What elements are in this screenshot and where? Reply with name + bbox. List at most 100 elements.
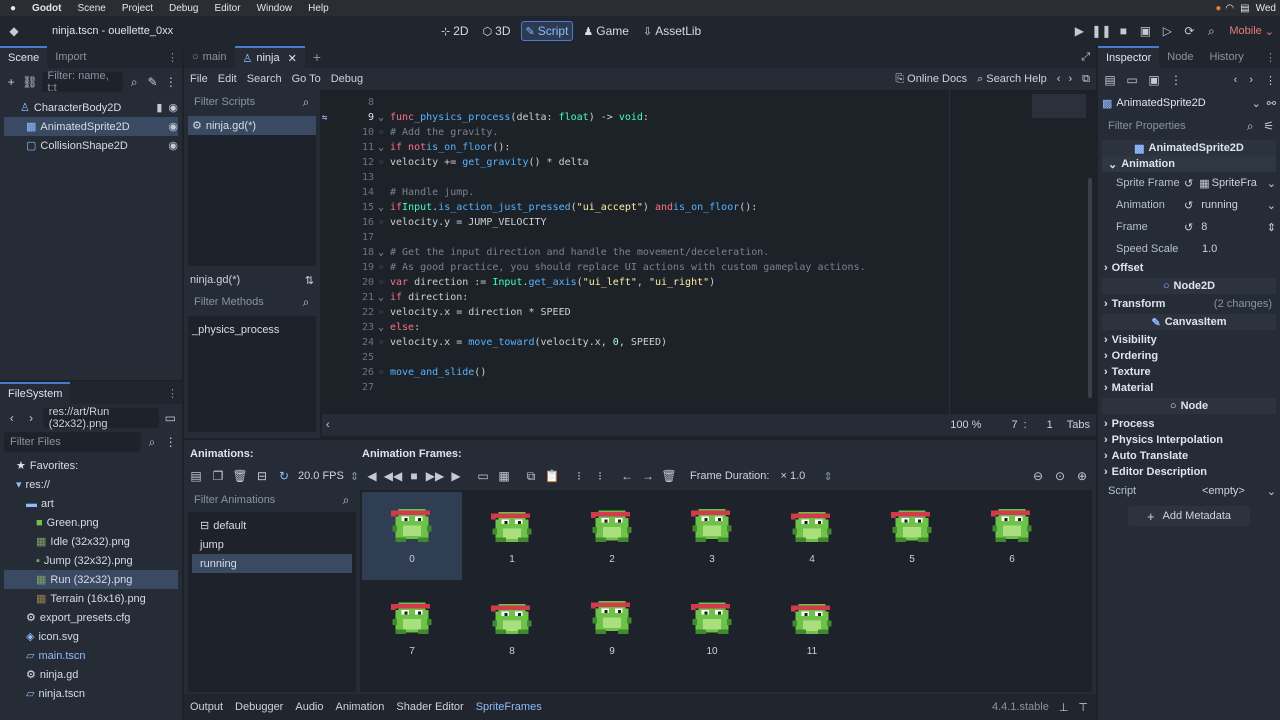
close-icon[interactable]: ✕ bbox=[288, 52, 297, 65]
script-icon[interactable]: ▮ bbox=[156, 101, 162, 114]
stop-icon[interactable]: ■ bbox=[1115, 23, 1131, 39]
revert-icon[interactable]: ↺ bbox=[1184, 177, 1193, 190]
section-editor-description[interactable]: › Editor Description bbox=[1098, 464, 1280, 480]
menu-goto[interactable]: Go To bbox=[292, 73, 321, 85]
section-physics-interpolation[interactable]: › Physics Interpolation bbox=[1098, 432, 1280, 448]
history-back-icon[interactable]: ‹ bbox=[1057, 73, 1061, 85]
menu-debug[interactable]: Debug bbox=[331, 73, 363, 85]
file-item-art[interactable]: ▬ art bbox=[4, 494, 178, 513]
bottom-tab-spriteframes[interactable]: SpriteFrames bbox=[476, 701, 542, 713]
load-resource-icon[interactable]: ▭ bbox=[1124, 72, 1140, 88]
mac-menu-godot[interactable]: Godot bbox=[32, 3, 61, 14]
search-icon[interactable]: ⌕ bbox=[145, 434, 160, 450]
mac-menu-debug[interactable]: Debug bbox=[169, 3, 198, 14]
rename-animation-icon[interactable]: ⊟ bbox=[254, 468, 270, 484]
back-icon[interactable]: ‹ bbox=[4, 410, 19, 426]
fold-arrow-icon[interactable]: ⌄ bbox=[374, 247, 388, 258]
add-node-icon[interactable]: + bbox=[4, 74, 18, 90]
frame-thumbnail[interactable]: 4 bbox=[762, 492, 862, 580]
sprite-frames-value[interactable]: SpriteFra bbox=[1212, 177, 1257, 189]
search-icon[interactable]: ⌕ bbox=[338, 492, 354, 508]
mac-menu-window[interactable]: Window bbox=[257, 3, 293, 14]
file-item-green-png[interactable]: ■ Green.png bbox=[4, 513, 178, 532]
workspace-script[interactable]: ✎ Script bbox=[520, 21, 574, 41]
mac-menu-project[interactable]: Project bbox=[122, 3, 153, 14]
filter-animations-input[interactable]: Filter Animations bbox=[188, 490, 338, 510]
chevron-down-icon[interactable]: ⌄ bbox=[1267, 177, 1276, 190]
tab-history[interactable]: History bbox=[1202, 46, 1252, 68]
play-from-start-icon[interactable]: ▶ bbox=[448, 468, 464, 484]
scene-tab-main[interactable]: ○ main bbox=[184, 46, 235, 68]
tab-filesystem[interactable]: FileSystem bbox=[0, 382, 71, 404]
more-icon[interactable]: ⋮ bbox=[164, 74, 178, 90]
tab-import[interactable]: Import bbox=[47, 46, 94, 68]
scene-node-animatedsprite2d[interactable]: ▩ AnimatedSprite2D ◉ bbox=[4, 117, 178, 136]
workspace-2d[interactable]: ⊹ 2D bbox=[437, 21, 473, 41]
filesystem-path-field[interactable]: res://art/Run (32x32).png bbox=[42, 406, 159, 430]
bottom-tab-output[interactable]: Output bbox=[190, 701, 223, 713]
pause-icon[interactable]: ❚❚ bbox=[1091, 23, 1111, 39]
fold-arrow-icon[interactable]: ⌄ bbox=[374, 292, 388, 303]
renderer-select[interactable]: Mobile bbox=[1229, 25, 1261, 37]
menu-search[interactable]: Search bbox=[247, 73, 282, 85]
fold-arrow-icon[interactable]: ⌄ bbox=[374, 112, 388, 123]
signal-connection-icon[interactable]: ⇆ bbox=[322, 113, 340, 123]
menu-edit[interactable]: Edit bbox=[218, 73, 237, 85]
tab-node[interactable]: Node bbox=[1159, 46, 1201, 68]
frame-value[interactable]: 8 bbox=[1201, 221, 1207, 233]
play-backwards-from-end-icon[interactable]: ◀ bbox=[364, 468, 380, 484]
frame-duration-field[interactable]: × 1.0 bbox=[780, 470, 818, 482]
chevron-down-icon[interactable]: ⌄ bbox=[1267, 199, 1276, 212]
section-process[interactable]: › Process bbox=[1098, 416, 1280, 432]
open-script-ninja[interactable]: ⚙ ninja.gd(*) bbox=[188, 116, 316, 135]
float-window-icon[interactable]: ⧉ bbox=[1082, 73, 1090, 86]
fps-stepper-icon[interactable]: ⇕ bbox=[350, 470, 359, 483]
duplicate-animation-icon[interactable]: ❐ bbox=[210, 468, 226, 484]
pin-icon[interactable]: ⊥ bbox=[1059, 701, 1069, 714]
search-icon[interactable]: ⌕ bbox=[127, 74, 141, 90]
frame-thumbnail[interactable]: 7 bbox=[362, 584, 462, 672]
copy-frame-icon[interactable]: ⧉ bbox=[523, 468, 539, 484]
movie-maker-icon[interactable]: ⌕ bbox=[1203, 23, 1219, 39]
link-icon[interactable]: ⛓ bbox=[22, 74, 37, 90]
bottom-tab-debugger[interactable]: Debugger bbox=[235, 701, 283, 713]
section-animation[interactable]: ⌄ Animation bbox=[1102, 156, 1276, 172]
clock[interactable]: Wed bbox=[1256, 3, 1276, 14]
frame-thumbnail[interactable]: 10 bbox=[662, 584, 762, 672]
history-back-icon[interactable]: ‹ bbox=[1234, 74, 1238, 86]
section-auto-translate[interactable]: › Auto Translate bbox=[1098, 448, 1280, 464]
dock-menu-icon[interactable]: ⋮ bbox=[167, 51, 178, 64]
filter-scripts-input[interactable]: Filter Scripts bbox=[188, 92, 298, 112]
more-icon[interactable]: ⋮ bbox=[1168, 72, 1184, 88]
script-value[interactable]: <empty> bbox=[1202, 485, 1245, 497]
chevron-down-icon[interactable]: ⌄ bbox=[1252, 97, 1261, 110]
file-item-favorites[interactable]: ★ Favorites: bbox=[4, 456, 178, 475]
scene-node-characterbody2d[interactable]: ♙ CharacterBody2D ▮ ◉ bbox=[4, 98, 178, 117]
distraction-free-icon[interactable]: ⤢ bbox=[1081, 51, 1090, 64]
frame-thumbnail[interactable]: 2 bbox=[562, 492, 662, 580]
visibility-eye-icon[interactable]: ◉ bbox=[168, 120, 178, 133]
file-item-ninja-tscn[interactable]: ▱ ninja.tscn bbox=[4, 684, 178, 703]
revert-icon[interactable]: ↺ bbox=[1184, 221, 1193, 234]
mac-menu-help[interactable]: Help bbox=[308, 3, 329, 14]
file-item-res[interactable]: ▾ res:// bbox=[4, 475, 178, 494]
apple-icon[interactable]: ● bbox=[10, 3, 16, 14]
sort-icon[interactable]: ⇅ bbox=[305, 274, 314, 287]
file-item-icon-svg[interactable]: ◈ icon.svg bbox=[4, 627, 178, 646]
new-resource-icon[interactable]: ▤ bbox=[1102, 72, 1118, 88]
scene-node-collisionshape2d[interactable]: ▢ CollisionShape2D ◉ bbox=[4, 136, 178, 155]
play-backwards-icon[interactable]: ◀◀ bbox=[384, 468, 402, 484]
menu-file[interactable]: File bbox=[190, 73, 208, 85]
dock-menu-icon[interactable]: ⋮ bbox=[1265, 51, 1276, 64]
section-offset[interactable]: › Offset bbox=[1098, 260, 1280, 276]
fps-field[interactable]: 20.0 FPS bbox=[298, 470, 344, 482]
workspace-game[interactable]: ♟ Game bbox=[579, 21, 633, 41]
file-item-terrain-png[interactable]: ▦ Terrain (16x16).png bbox=[4, 589, 178, 608]
insert-after-icon[interactable]: ⁝ bbox=[592, 468, 608, 484]
section-visibility[interactable]: › Visibility bbox=[1098, 332, 1280, 348]
insert-before-icon[interactable]: ⁝ bbox=[571, 468, 587, 484]
fold-arrow-icon[interactable]: ⌄ bbox=[374, 202, 388, 213]
history-forward-icon[interactable]: › bbox=[1068, 73, 1072, 85]
sort-icon[interactable]: ⋮ bbox=[163, 434, 178, 450]
scene-filter-input[interactable]: Filter: name, t:t bbox=[41, 70, 124, 94]
